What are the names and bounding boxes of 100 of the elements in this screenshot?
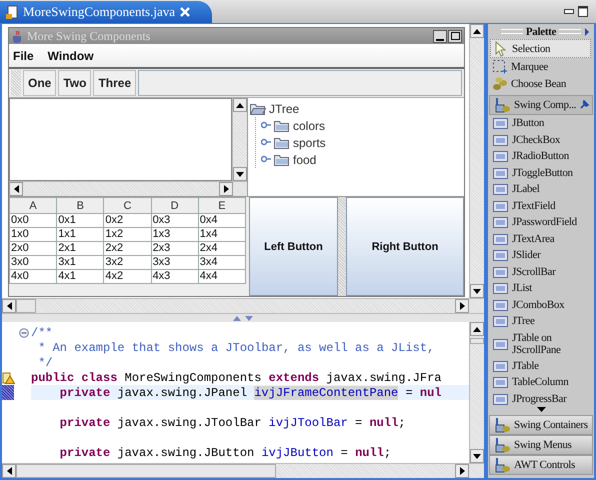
column-header[interactable]: B	[56, 198, 104, 214]
table-cell: 1x1	[56, 228, 104, 242]
close-icon[interactable]	[180, 7, 190, 17]
horizontal-scrollbar[interactable]	[2, 298, 484, 313]
tab-title: MoreSwingComponents.java	[23, 4, 176, 20]
tree-node[interactable]: JTree	[269, 102, 300, 116]
drawer-icon	[493, 457, 511, 473]
palette-item[interactable]: JProgressBar	[488, 390, 594, 407]
palette-item[interactable]: JLabel	[488, 181, 594, 198]
palette-drawer[interactable]: Swing Comp...	[489, 95, 593, 115]
palette-item[interactable]: JTable on JScrollPane	[488, 330, 594, 358]
folder-icon	[274, 119, 290, 132]
scrollbar-thumb[interactable]	[16, 464, 276, 478]
table-cell: 1x4	[198, 228, 246, 242]
right-arrow-icon[interactable]	[460, 302, 464, 310]
table-cell: 3x4	[198, 256, 246, 270]
component-icon	[492, 214, 509, 230]
up-arrow-icon[interactable]	[473, 326, 481, 332]
column-header[interactable]: D	[151, 198, 198, 214]
left-button[interactable]: Left Button	[249, 197, 338, 296]
vertical-scrollbar[interactable]	[232, 98, 247, 181]
right-button[interactable]: Right Button	[346, 197, 464, 296]
down-arrow-icon[interactable]	[236, 172, 244, 176]
palette-drawer[interactable]: Swing Containers	[489, 415, 593, 435]
left-arrow-icon[interactable]	[14, 185, 18, 193]
sash-arrows-icon[interactable]	[232, 316, 254, 320]
palette-tool[interactable]: Marquee	[488, 58, 594, 75]
palette-item[interactable]: JPasswordField	[488, 214, 594, 230]
pin-icon[interactable]	[579, 100, 590, 110]
code-line: private javax.swing.JButton ivjJButton = null;	[58, 445, 392, 460]
table-cell: 3x0	[10, 256, 57, 270]
left-arrow-icon[interactable]	[6, 467, 12, 475]
palette-item[interactable]: JTextField	[488, 198, 594, 214]
column-header[interactable]: C	[104, 198, 152, 214]
minimize-icon[interactable]	[564, 8, 574, 14]
palette-item[interactable]: JRadioButton	[488, 148, 594, 164]
toolbar-button[interactable]: Two	[58, 70, 92, 96]
palette-item[interactable]: JTable	[488, 358, 594, 374]
palette-item[interactable]: JTree	[488, 313, 594, 330]
palette-drawer[interactable]: Swing Menus	[489, 435, 593, 455]
collapsed-handle-icon[interactable]	[261, 155, 271, 164]
menu-item[interactable]: File	[13, 48, 34, 62]
minimize-icon	[436, 38, 444, 42]
maximize-button[interactable]	[448, 30, 462, 42]
more-arrow-icon[interactable]	[536, 407, 546, 412]
vertical-scrollbar[interactable]	[469, 24, 484, 298]
palette-drawer[interactable]: AWT Controls	[489, 455, 593, 475]
up-arrow-icon[interactable]	[236, 102, 244, 108]
right-arrow-icon[interactable]	[460, 467, 464, 475]
maximize-icon[interactable]	[578, 6, 588, 17]
down-arrow-icon[interactable]	[473, 288, 481, 294]
tree-node[interactable]: colors	[293, 118, 326, 132]
palette-item[interactable]: JToggleButton	[488, 164, 594, 181]
right-arrow-icon[interactable]	[224, 185, 228, 193]
table-cell: 4x4	[198, 270, 246, 284]
toolbar-button[interactable]: One	[23, 70, 56, 96]
toolbar-grip[interactable]	[11, 70, 21, 96]
code-line: public class MoreSwingComponents extends javax.swing.JFra	[31, 370, 442, 385]
down-arrow-icon[interactable]	[473, 454, 481, 458]
up-arrow-icon[interactable]	[473, 28, 481, 34]
palette-item[interactable]: JCheckBox	[488, 132, 594, 148]
table-cell: 2x0	[10, 242, 57, 256]
collapse-arrow-icon[interactable]	[585, 28, 589, 36]
palette-item[interactable]: JTextArea	[488, 230, 594, 247]
table-cell: 2x4	[198, 242, 246, 256]
collapsed-handle-icon[interactable]	[261, 121, 271, 130]
drawer-icon	[493, 97, 511, 113]
toolbar-button[interactable]: Three	[93, 70, 136, 96]
scrollbar-thumb[interactable]	[470, 338, 484, 344]
palette-item[interactable]: JComboBox	[488, 296, 594, 313]
arrow-cursor-icon	[493, 40, 509, 56]
editor-tab[interactable]: MoreSwingComponents.java	[0, 1, 212, 23]
java-file-icon	[6, 4, 18, 20]
tree-node[interactable]: food	[293, 152, 316, 166]
table-cell: 2x2	[104, 242, 152, 256]
code-line: private javax.swing.JToolBar ivjJToolBar = null;	[58, 415, 406, 430]
column-header[interactable]: A	[10, 198, 57, 214]
palette-tool[interactable]: Selection	[490, 39, 591, 58]
scrollbar-thumb[interactable]	[16, 299, 36, 313]
palette-tool[interactable]: Choose Bean	[488, 75, 594, 92]
palette-item[interactable]: JScrollBar	[488, 264, 594, 280]
collapse-icon[interactable]	[19, 328, 29, 338]
column-header[interactable]: E	[198, 198, 246, 214]
palette-item[interactable]: JSlider	[488, 247, 594, 264]
coffee-cup-icon	[11, 30, 24, 42]
palette-item[interactable]: TableColumn	[488, 374, 594, 390]
minimize-button[interactable]	[433, 30, 447, 42]
collapsed-handle-icon[interactable]	[261, 138, 271, 147]
horizontal-scrollbar[interactable]	[9, 181, 247, 196]
left-arrow-icon[interactable]	[6, 302, 12, 310]
palette-item[interactable]: JButton	[488, 115, 594, 132]
menu-item[interactable]: Window	[48, 48, 94, 62]
horizontal-scrollbar[interactable]	[2, 463, 484, 478]
palette-title: Palette	[526, 26, 556, 38]
tree-node[interactable]: sports	[293, 136, 326, 150]
palette-item[interactable]: JList	[488, 280, 594, 296]
vertical-scrollbar[interactable]	[469, 322, 484, 463]
code-line: /**	[31, 325, 54, 340]
folder-icon	[274, 153, 290, 166]
table-cell: 4x1	[56, 270, 104, 284]
